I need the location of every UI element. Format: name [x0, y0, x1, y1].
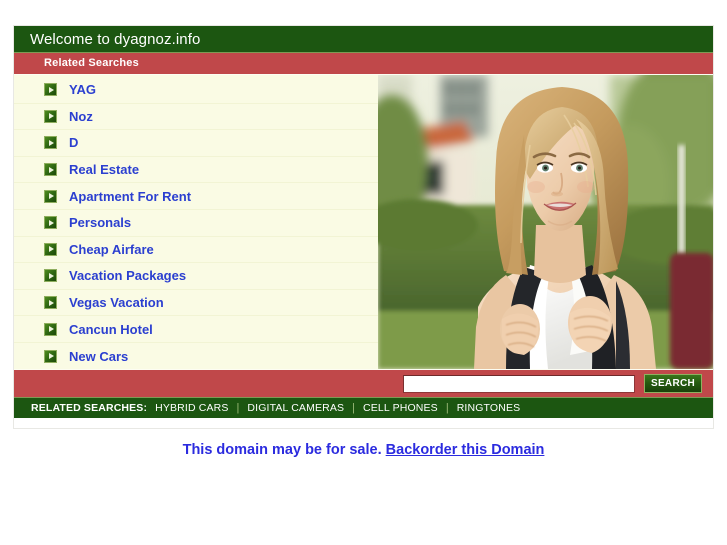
related-searches-label: Related Searches [44, 57, 139, 69]
green-arrow-bullet-icon [44, 109, 57, 123]
page-title-bar: Welcome to dyagnoz.info [14, 26, 713, 53]
related-searches-header: Related Searches [14, 53, 713, 75]
content-area: YAG Noz D Real Estate Apartment For Rent [14, 75, 713, 369]
list-item[interactable]: Noz [14, 104, 378, 131]
bottom-related-searches-bar: RELATED SEARCHES: HYBRID CARS | DIGITAL … [14, 397, 713, 418]
bottom-related-searches-item-hybrid-cars[interactable]: HYBRID CARS [155, 403, 228, 414]
search-input[interactable] [403, 374, 635, 393]
related-link-label[interactable]: D [69, 136, 78, 149]
green-arrow-bullet-icon [44, 296, 57, 310]
related-link-label[interactable]: Vegas Vacation [69, 296, 164, 309]
green-arrow-bullet-icon [44, 322, 57, 336]
list-item[interactable]: Apartment For Rent [14, 183, 378, 210]
hero-photo [377, 75, 713, 369]
green-arrow-bullet-icon [44, 136, 57, 150]
green-arrow-bullet-icon [44, 189, 57, 203]
list-item[interactable]: Vegas Vacation [14, 290, 378, 317]
related-links-list: YAG Noz D Real Estate Apartment For Rent [14, 75, 378, 369]
related-link-label[interactable]: Cancun Hotel [69, 323, 153, 336]
green-arrow-bullet-icon [44, 349, 57, 363]
list-item[interactable]: Vacation Packages [14, 263, 378, 290]
page-root: Welcome to dyagnoz.info Related Searches… [0, 0, 727, 545]
related-link-label[interactable]: Apartment For Rent [69, 190, 191, 203]
list-item[interactable]: New Cars [14, 343, 378, 370]
list-item[interactable]: Real Estate [14, 157, 378, 184]
main-container: Welcome to dyagnoz.info Related Searches… [13, 25, 714, 429]
list-item[interactable]: Cheap Airfare [14, 237, 378, 264]
page-title: Welcome to dyagnoz.info [30, 30, 201, 48]
green-arrow-bullet-icon [44, 269, 57, 283]
bottom-related-searches-item-cell-phones[interactable]: CELL PHONES [363, 403, 438, 414]
list-item[interactable]: YAG [14, 77, 378, 104]
search-button[interactable]: SEARCH [644, 374, 702, 393]
list-item[interactable]: Personals [14, 210, 378, 237]
backorder-domain-link[interactable]: Backorder this Domain [386, 442, 545, 458]
separator: | [352, 401, 356, 414]
search-bar: SEARCH [14, 369, 713, 397]
domain-for-sale-notice: This domain may be for sale. Backorder t… [0, 443, 727, 458]
green-arrow-bullet-icon [44, 216, 57, 230]
related-link-label[interactable]: Personals [69, 216, 131, 229]
hero-photo-illustration [377, 75, 713, 369]
related-link-label[interactable]: New Cars [69, 350, 128, 363]
for-sale-text: This domain may be for sale. [182, 442, 382, 458]
green-arrow-bullet-icon [44, 242, 57, 256]
green-arrow-bullet-icon [44, 83, 57, 97]
list-item[interactable]: D [14, 130, 378, 157]
bottom-related-searches-item-digital-cameras[interactable]: DIGITAL CAMERAS [247, 403, 344, 414]
separator: | [445, 401, 449, 414]
related-link-label[interactable]: Vacation Packages [69, 269, 186, 282]
list-item[interactable]: Cancun Hotel [14, 316, 378, 343]
separator: | [236, 401, 240, 414]
related-link-label[interactable]: Noz [69, 110, 93, 123]
related-link-label[interactable]: YAG [69, 83, 96, 96]
bottom-related-searches-item-ringtones[interactable]: RINGTONES [457, 403, 521, 414]
bottom-related-searches-label: RELATED SEARCHES: [31, 401, 148, 414]
related-link-label[interactable]: Cheap Airfare [69, 243, 154, 256]
green-arrow-bullet-icon [44, 163, 57, 177]
related-link-label[interactable]: Real Estate [69, 163, 139, 176]
